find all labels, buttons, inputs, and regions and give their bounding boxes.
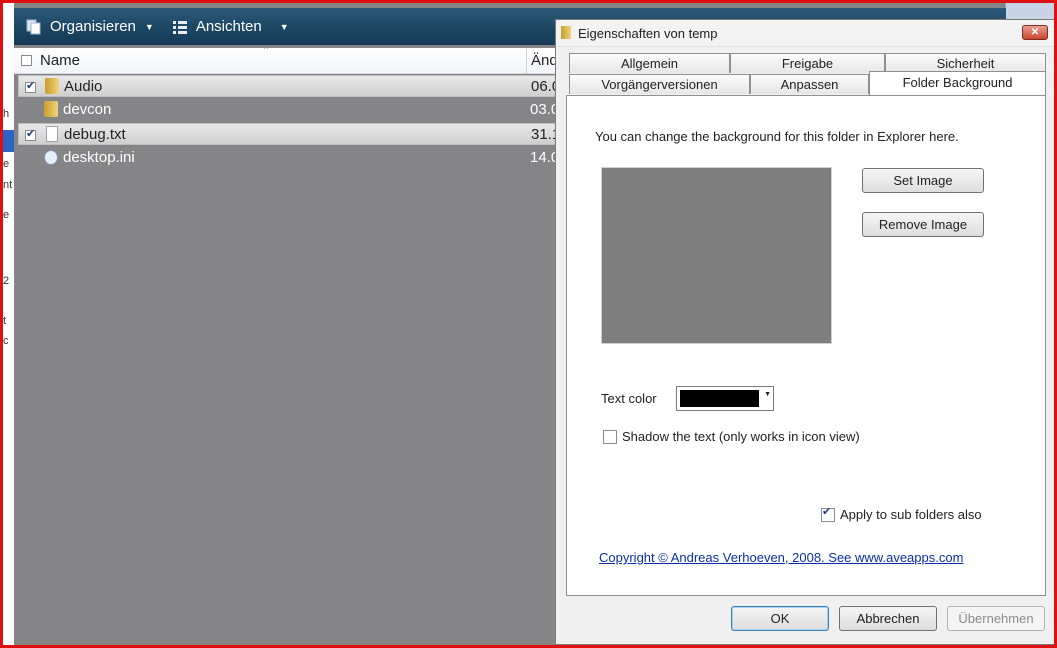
- select-all-checkbox[interactable]: [21, 55, 32, 66]
- tab-allgemein[interactable]: Allgemein: [569, 53, 730, 73]
- column-divider[interactable]: [526, 48, 527, 73]
- cancel-button[interactable]: Abbrechen: [839, 606, 937, 631]
- file-date: 03.0: [530, 101, 556, 118]
- file-name: Audio: [64, 78, 103, 95]
- folder-icon: [45, 78, 59, 94]
- row-checkbox[interactable]: [25, 79, 36, 93]
- dialog-title: Eigenschaften von temp: [578, 26, 718, 41]
- views-dropdown-icon[interactable]: ▼: [280, 22, 289, 32]
- file-date: 31.1: [531, 126, 557, 143]
- apply-button[interactable]: Übernehmen: [947, 606, 1045, 631]
- column-name[interactable]: Name: [40, 52, 80, 69]
- panel-description: You can change the background for this f…: [595, 129, 959, 144]
- ok-button[interactable]: OK: [731, 606, 829, 631]
- views-label: Ansichten: [195, 18, 262, 35]
- tab-sicherheit[interactable]: Sicherheit: [885, 53, 1046, 73]
- tab-vorgaengerversionen[interactable]: Vorgängerversionen: [569, 74, 750, 94]
- file-row[interactable]: devcon 03.0: [18, 99, 556, 121]
- sort-ascending-icon: ^: [264, 44, 269, 54]
- tab-folder-background[interactable]: Folder Background: [869, 71, 1046, 95]
- organize-icon: [26, 19, 42, 35]
- shadow-checkbox[interactable]: [603, 430, 617, 444]
- file-row[interactable]: Audio 06.0: [18, 75, 557, 97]
- background-preview: [601, 167, 832, 344]
- strip-char: nt: [3, 179, 13, 191]
- file-row[interactable]: debug.txt 31.1: [18, 123, 557, 145]
- strip-char: h: [3, 108, 10, 120]
- row-checkbox[interactable]: [25, 127, 36, 141]
- color-swatch: [680, 390, 759, 407]
- chevron-down-icon: ▼: [144, 21, 154, 32]
- remove-image-button[interactable]: Remove Image: [862, 212, 984, 237]
- column-header: Name ^ Änd: [14, 44, 556, 74]
- file-row[interactable]: desktop.ini 14.0: [18, 147, 556, 169]
- tab-freigabe[interactable]: Freigabe: [730, 53, 885, 73]
- close-icon: ✕: [1030, 27, 1040, 38]
- apply-sub-folders-label[interactable]: Apply to sub folders also: [840, 507, 982, 522]
- organize-label: Organisieren: [50, 18, 136, 35]
- strip-highlight: [3, 130, 14, 152]
- chevron-down-icon: ▼: [764, 391, 771, 398]
- strip-char: c: [3, 335, 9, 347]
- text-color-dropdown[interactable]: ▼: [676, 386, 774, 411]
- organize-button[interactable]: Organisieren ▼: [26, 18, 154, 35]
- settings-file-icon: [44, 150, 58, 165]
- dialog-titlebar: Eigenschaften von temp ✕: [556, 20, 1054, 47]
- close-button[interactable]: ✕: [1022, 25, 1048, 40]
- folder-icon: [561, 26, 571, 39]
- file-name: desktop.ini: [63, 149, 135, 166]
- copyright-link[interactable]: Copyright © Andreas Verhoeven, 2008. See…: [599, 550, 963, 565]
- file-name: debug.txt: [64, 126, 126, 143]
- column-date[interactable]: Änd: [531, 52, 556, 69]
- folder-background-panel: You can change the background for this f…: [566, 95, 1046, 596]
- views-icon: [172, 19, 188, 35]
- window-control-area: [1005, 3, 1054, 19]
- strip-char: t: [3, 315, 7, 327]
- shadow-label[interactable]: Shadow the text (only works in icon view…: [622, 429, 860, 444]
- text-file-icon: [46, 126, 58, 142]
- strip-char: e: [3, 158, 10, 170]
- set-image-button[interactable]: Set Image: [862, 168, 984, 193]
- file-date: 06.0: [531, 78, 557, 95]
- strip-char: 2: [3, 275, 10, 287]
- strip-char: e: [3, 209, 10, 221]
- folder-icon: [44, 101, 58, 117]
- file-name: devcon: [63, 101, 112, 118]
- file-date: 14.0: [530, 149, 556, 166]
- properties-dialog: Eigenschaften von temp ✕ Allgemein Freig…: [555, 19, 1055, 645]
- apply-sub-folders-checkbox[interactable]: [821, 505, 835, 522]
- tab-anpassen[interactable]: Anpassen: [750, 74, 869, 94]
- text-color-label: Text color: [601, 391, 657, 406]
- views-button[interactable]: Ansichten: [172, 18, 262, 35]
